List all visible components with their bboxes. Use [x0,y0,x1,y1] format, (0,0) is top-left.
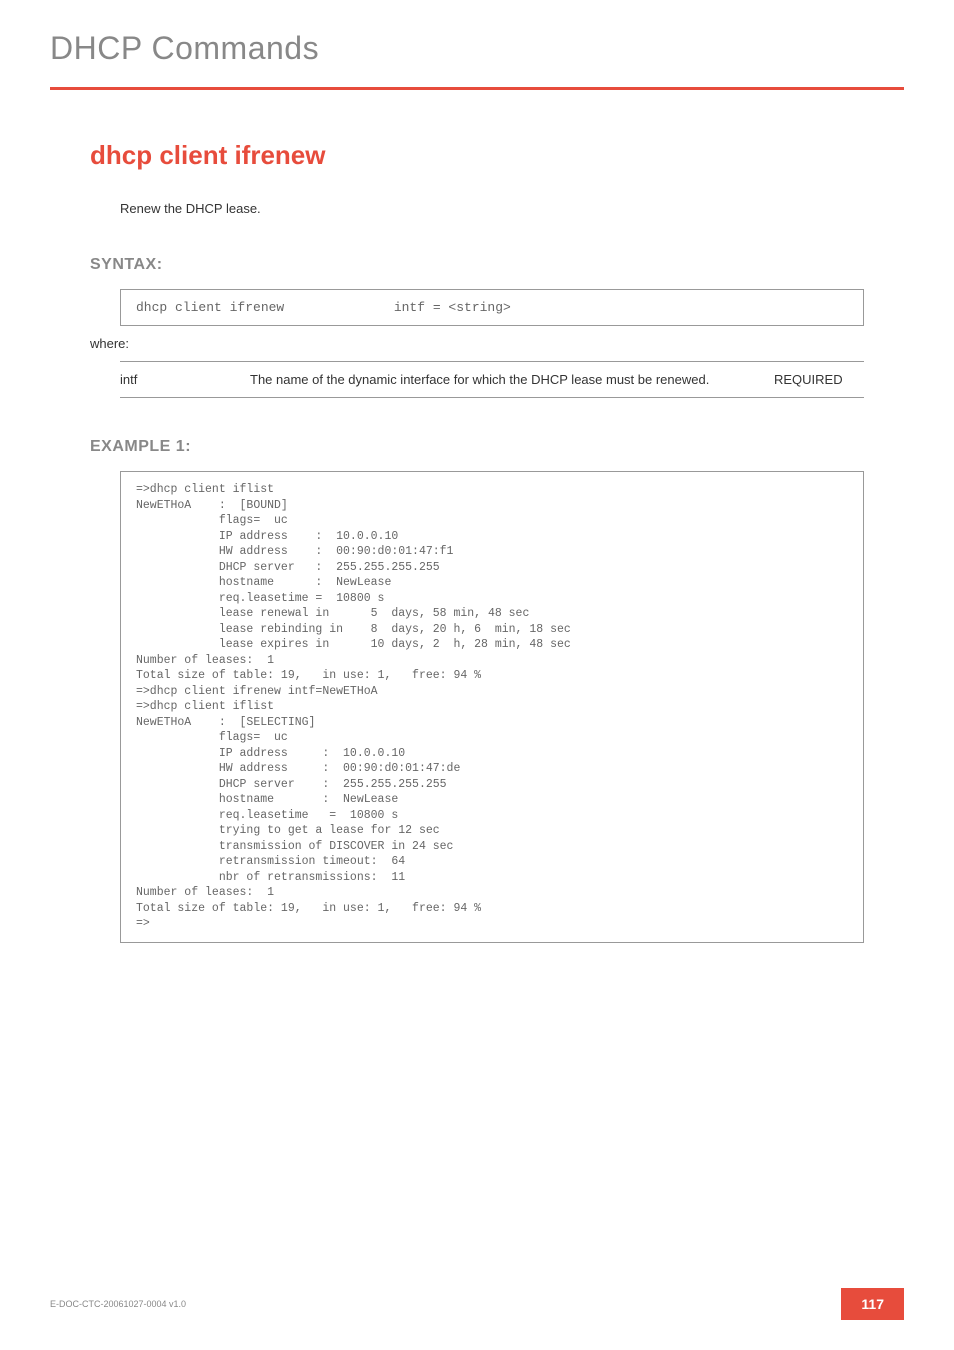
footer-page-number: 117 [841,1288,904,1320]
page-footer: E-DOC-CTC-20061027-0004 v1.0 117 [50,1288,904,1320]
syntax-section: SYNTAX: dhcp client ifrenew intf = <stri… [90,256,864,398]
footer-doc-id: E-DOC-CTC-20061027-0004 v1.0 [50,1299,186,1309]
example-section: EXAMPLE 1: =>dhcp client iflist NewETHoA… [90,438,864,943]
syntax-box: dhcp client ifrenew intf = <string> [120,289,864,326]
param-desc: The name of the dynamic interface for wh… [250,372,774,387]
command-description: Renew the DHCP lease. [120,201,864,216]
header-rule [50,87,904,90]
param-table: intf The name of the dynamic interface f… [120,361,864,398]
command-title: dhcp client ifrenew [90,140,864,171]
param-name: intf [120,372,250,387]
page-header: DHCP Commands [0,0,954,90]
syntax-command: dhcp client ifrenew [136,300,386,315]
syntax-heading: SYNTAX: [90,256,864,274]
example-code: =>dhcp client iflist NewETHoA : [BOUND] … [120,471,864,943]
content-area: dhcp client ifrenew Renew the DHCP lease… [0,140,954,943]
param-required: REQUIRED [774,372,864,387]
example-heading: EXAMPLE 1: [90,438,864,456]
where-label: where: [90,336,864,351]
page-title: DHCP Commands [50,30,904,67]
param-row: intf The name of the dynamic interface f… [120,372,864,387]
syntax-args: intf = <string> [394,300,511,315]
